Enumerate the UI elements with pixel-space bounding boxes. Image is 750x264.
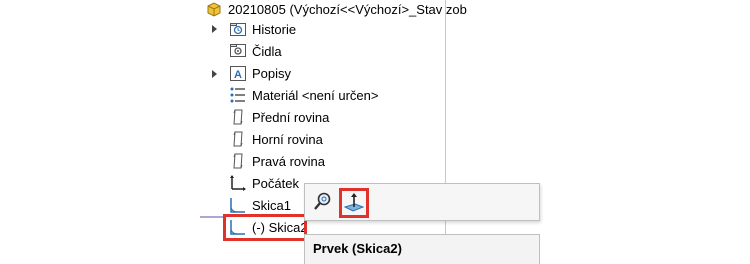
history-folder-icon [230, 23, 246, 36]
plane-icon [233, 153, 243, 169]
sensors-folder-icon [230, 44, 246, 57]
tree-item-historie[interactable]: Historie [252, 22, 296, 38]
zoom-to-selection-button[interactable] [310, 189, 336, 215]
svg-text:A: A [234, 69, 242, 81]
context-menu: Prvek (Skica2) [304, 234, 540, 264]
normal-to-button[interactable] [339, 188, 369, 218]
tree-item-material[interactable]: Materiál <není určen> [252, 88, 378, 104]
tree-item-cidla[interactable]: Čidla [252, 44, 282, 60]
tree-item-popisy[interactable]: Popisy [252, 66, 291, 82]
expand-arrow-icon[interactable] [212, 25, 217, 33]
tree-item-prava-rovina[interactable]: Pravá rovina [252, 154, 325, 170]
selection-highlight [223, 214, 307, 241]
context-toolbar [304, 183, 540, 221]
part-icon [207, 2, 221, 17]
plane-icon [233, 109, 243, 125]
context-menu-title: Prvek (Skica2) [313, 241, 402, 256]
tree-item-skica1[interactable]: Skica1 [252, 198, 291, 214]
sketch-icon [230, 198, 245, 213]
plane-icon [233, 131, 243, 147]
normal-to-icon [343, 193, 365, 212]
tree-item-predni-rovina[interactable]: Přední rovina [252, 110, 329, 126]
root-part-label[interactable]: 20210805 (Výchozí<<Výchozí>_Stav zob [228, 2, 467, 18]
tree-item-horni-rovina[interactable]: Horní rovina [252, 132, 323, 148]
origin-icon [230, 175, 246, 191]
annotations-icon: A [230, 66, 246, 81]
feature-tree-border [445, 0, 446, 262]
tree-item-pocatek[interactable]: Počátek [252, 176, 299, 192]
expand-arrow-icon[interactable] [212, 70, 217, 78]
material-icon [230, 87, 245, 103]
zoom-to-selection-icon [314, 192, 331, 210]
